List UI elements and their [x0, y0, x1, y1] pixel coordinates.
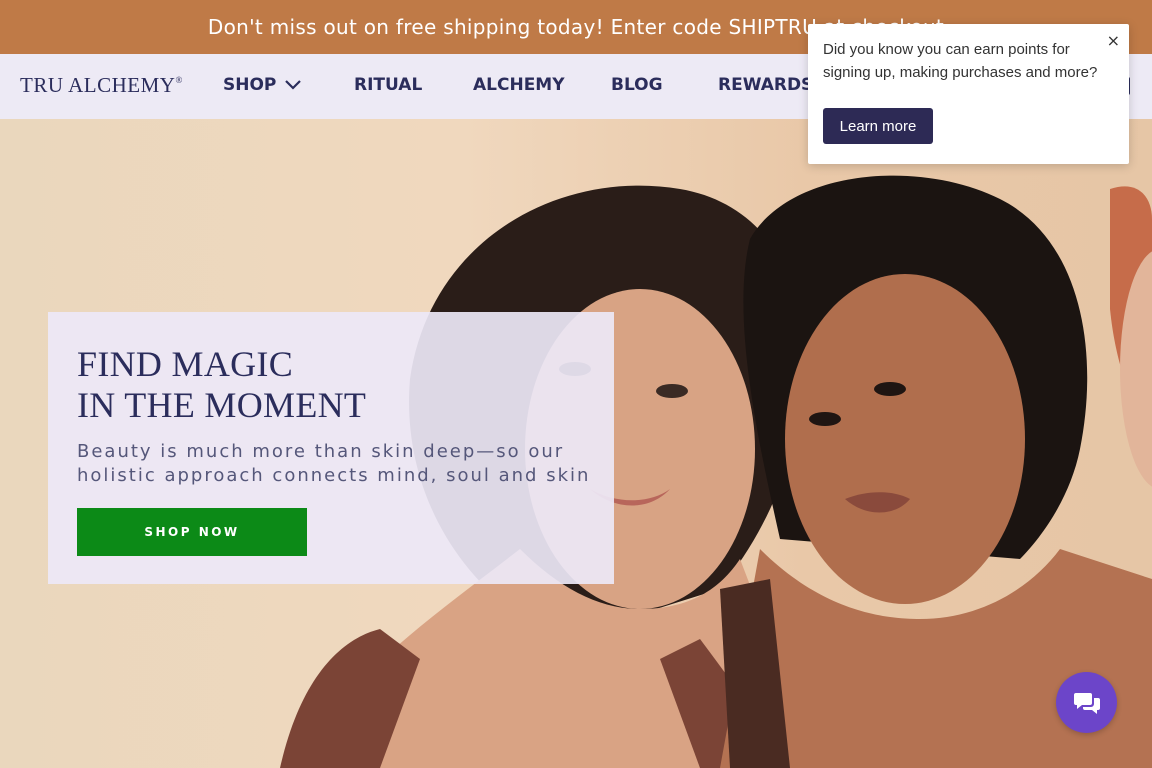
logo-text[interactable]: TRU ALCHEMY [20, 73, 175, 97]
nav-item-label[interactable]: BLOG [611, 75, 663, 95]
nav-item-alchemy[interactable]: ALCHEMY [473, 75, 565, 95]
chat-bubbles-icon[interactable] [1073, 690, 1101, 716]
chat-button[interactable] [1056, 672, 1117, 733]
nav-item-shop[interactable]: SHOP [223, 75, 302, 95]
nav-item-blog[interactable]: BLOG [611, 75, 663, 95]
popup-text: Did you know you can earn points for sig… [823, 41, 1098, 81]
logo[interactable]: TRU ALCHEMY® [20, 73, 183, 98]
hero-section: FIND MAGIC IN THE MOMENT Beauty is much … [0, 119, 1152, 768]
nav-item-label[interactable]: REWARDS [718, 75, 813, 95]
hero-title-line: IN THE MOMENT [77, 385, 367, 425]
hero-title-line: FIND MAGIC [77, 344, 294, 384]
chevron-down-icon[interactable] [284, 76, 302, 94]
logo-registered-mark: ® [175, 75, 183, 85]
nav-item-label[interactable]: ALCHEMY [473, 75, 565, 95]
nav-item-label[interactable]: SHOP [223, 75, 276, 95]
shop-now-button[interactable]: SHOP NOW [77, 508, 307, 556]
close-icon[interactable]: × [1107, 31, 1120, 50]
rewards-popup: Did you know you can earn points for sig… [808, 24, 1129, 164]
hero-title: FIND MAGIC IN THE MOMENT [77, 344, 366, 426]
hero-card: FIND MAGIC IN THE MOMENT Beauty is much … [48, 312, 614, 584]
nav-item-ritual[interactable]: RITUAL [354, 75, 422, 95]
hero-subtitle: Beauty is much more than skin deep—so ou… [77, 441, 591, 486]
nav-item-label[interactable]: RITUAL [354, 75, 422, 95]
learn-more-button[interactable]: Learn more [823, 108, 933, 144]
nav-item-rewards[interactable]: REWARDS [718, 75, 813, 95]
